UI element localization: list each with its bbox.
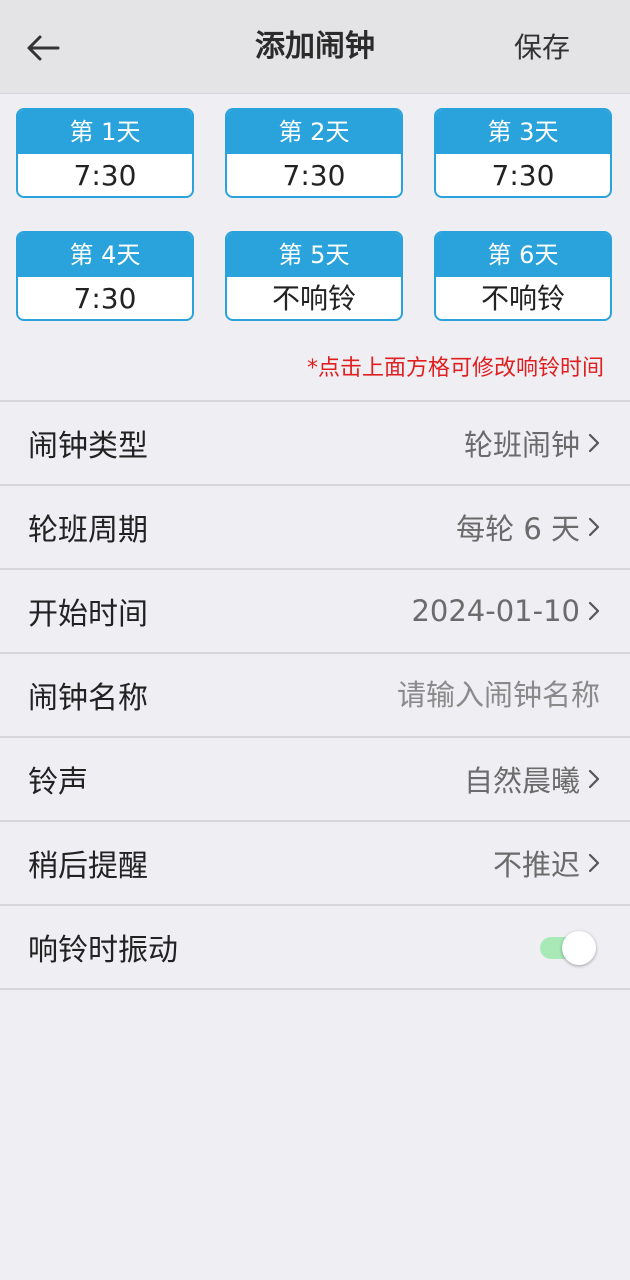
day-time: 7:30 xyxy=(491,159,555,192)
day-time: 不响铃 xyxy=(480,282,565,315)
row-label: 闹钟类型 xyxy=(28,429,148,464)
alarm-name-row: 闹钟名称 xyxy=(0,654,630,738)
day-card-1[interactable]: 第 1天 7:30 xyxy=(16,108,194,198)
toggle-knob xyxy=(562,931,596,965)
row-label: 稍后提醒 xyxy=(28,849,148,884)
save-button[interactable]: 保存 xyxy=(514,26,570,70)
row-label: 铃声 xyxy=(28,765,88,800)
day-time: 7:30 xyxy=(73,159,137,192)
row-label: 轮班周期 xyxy=(28,513,148,548)
day-card-2[interactable]: 第 2天 7:30 xyxy=(225,108,403,198)
row-value: 轮班闹钟 xyxy=(463,428,580,462)
cycle-row[interactable]: 轮班周期 每轮 6 天 xyxy=(0,486,630,570)
day-label: 第 5天 xyxy=(227,233,401,277)
day-card-3[interactable]: 第 3天 7:30 xyxy=(434,108,612,198)
day-card-4[interactable]: 第 4天 7:30 xyxy=(16,231,194,321)
vibrate-row: 响铃时振动 xyxy=(0,906,630,990)
day-card-5[interactable]: 第 5天 不响铃 xyxy=(225,231,403,321)
day-label: 第 4天 xyxy=(18,233,192,277)
day-time: 7:30 xyxy=(282,159,346,192)
chevron-right-icon xyxy=(588,769,600,789)
day-label: 第 6天 xyxy=(436,233,610,277)
chevron-right-icon xyxy=(588,517,600,537)
row-value: 每轮 6 天 xyxy=(456,512,580,546)
edit-hint: *点击上面方格可修改响铃时间 xyxy=(306,356,604,381)
snooze-row[interactable]: 稍后提醒 不推迟 xyxy=(0,822,630,906)
vibrate-toggle[interactable] xyxy=(540,931,596,965)
row-value: 不推迟 xyxy=(492,848,580,882)
top-bar: 添加闹钟 保存 xyxy=(0,0,630,94)
chevron-right-icon xyxy=(588,853,600,873)
day-label: 第 2天 xyxy=(227,110,401,154)
back-button[interactable] xyxy=(18,22,70,74)
day-label: 第 3天 xyxy=(436,110,610,154)
row-label: 响铃时振动 xyxy=(28,933,178,968)
chevron-right-icon xyxy=(588,601,600,621)
row-value: 2024-01-10 xyxy=(411,594,580,628)
day-card-6[interactable]: 第 6天 不响铃 xyxy=(434,231,612,321)
start-time-row[interactable]: 开始时间 2024-01-10 xyxy=(0,570,630,654)
alarm-type-row[interactable]: 闹钟类型 轮班闹钟 xyxy=(0,402,630,486)
day-time: 不响铃 xyxy=(271,282,356,315)
settings-list: 闹钟类型 轮班闹钟 轮班周期 每轮 6 天 开始时间 2024-01-10 闹钟… xyxy=(0,400,630,990)
alarm-name-input[interactable] xyxy=(270,678,600,712)
arrow-left-icon xyxy=(27,35,60,61)
day-label: 第 1天 xyxy=(18,110,192,154)
row-label: 开始时间 xyxy=(28,597,148,632)
row-label: 闹钟名称 xyxy=(28,681,148,716)
row-value: 自然晨曦 xyxy=(463,764,580,798)
day-time: 7:30 xyxy=(73,282,137,315)
ringtone-row[interactable]: 铃声 自然晨曦 xyxy=(0,738,630,822)
chevron-right-icon xyxy=(588,433,600,453)
